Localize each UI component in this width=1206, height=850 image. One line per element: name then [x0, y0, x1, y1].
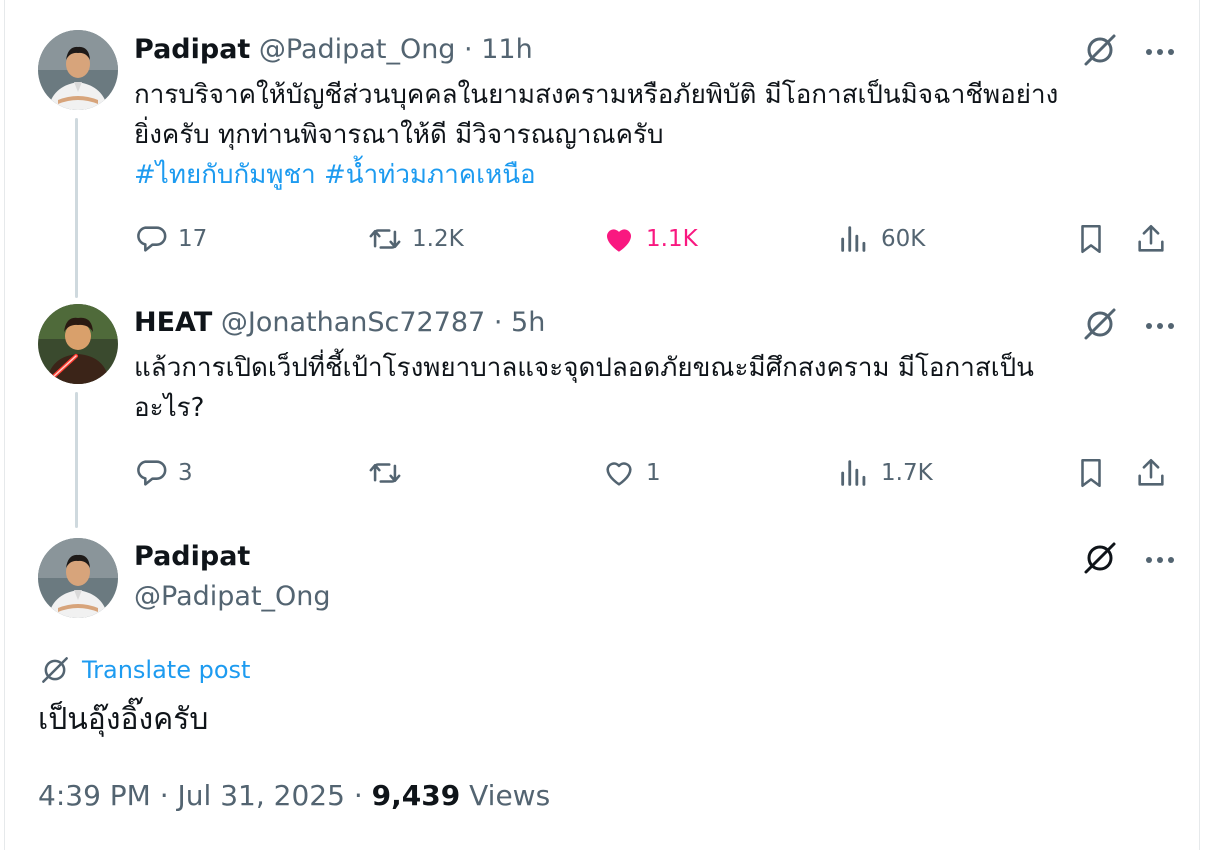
main-tweet-text: เป็นอุ๊งอิ๊งครับ [38, 702, 209, 737]
separator-dot: · [159, 779, 169, 812]
author-name[interactable]: Padipat [134, 541, 250, 572]
grok-icon[interactable] [1082, 540, 1118, 580]
reply-icon [137, 460, 167, 486]
reply-count: 3 [178, 460, 193, 486]
views-label: Views [469, 779, 551, 812]
main-author-handle[interactable]: @Padipat_Ong [134, 580, 331, 614]
views-count: 60K [881, 226, 926, 252]
repost-button[interactable] [368, 453, 412, 493]
tweet-text: แล้วการเปิดเว็ปที่ชี้เป้าโรงพยาบาลแจะจุด… [134, 348, 1034, 428]
post-metadata: 4:39 PM · Jul 31, 2025 · 9,439 Views [38, 778, 550, 814]
share-icon [1138, 458, 1164, 486]
hashtag-link[interactable]: #ไทยกับกัมพูชา [134, 160, 316, 190]
bookmark-icon [1081, 458, 1101, 488]
share-button[interactable] [1134, 453, 1168, 493]
separator-dot: · [353, 779, 363, 812]
author-name[interactable]: HEAT [134, 307, 212, 338]
post-date[interactable]: Jul 31, 2025 [178, 779, 345, 812]
bookmark-button[interactable] [1074, 453, 1108, 493]
heart-icon [606, 229, 632, 252]
tweet-text-line: ยิ่งครับ ทุกท่านพิจารณาให้ดี มีวิจารณญาณ… [134, 120, 664, 150]
grok-icon [42, 657, 68, 683]
hashtags: #ไทยกับกัมพูชา #น้ำท่วมภาคเหนือ [134, 155, 1058, 195]
heart-icon [606, 462, 632, 486]
avatar[interactable] [38, 538, 118, 618]
reply-icon [137, 226, 167, 252]
repost-icon [369, 229, 401, 249]
tweet-corner-actions [1082, 540, 1180, 580]
post-time[interactable]: 4:39 PM [38, 779, 151, 812]
views-count: 1.7K [881, 460, 933, 486]
tweet-text-line: แล้วการเปิดเว็ปที่ชี้เป้าโรงพยาบาลแจะจุด… [134, 353, 1034, 383]
hashtag-link[interactable]: #น้ำท่วมภาคเหนือ [324, 160, 536, 190]
reply-count: 17 [178, 226, 208, 252]
translate-post-link[interactable]: Translate post [40, 652, 250, 688]
tweet-text-line: การบริจาคให้บัญชีส่วนบุคคลในยามสงครามหรื… [134, 80, 1059, 110]
views-count: 9,439 [371, 779, 461, 812]
post-time[interactable]: 11h [481, 34, 532, 65]
avatar[interactable] [38, 304, 118, 384]
views-button[interactable]: 60K [837, 219, 925, 259]
separator-dot: · [493, 307, 503, 338]
thread-line [75, 118, 78, 298]
grok-icon[interactable] [1082, 306, 1118, 346]
like-count: 1.1K [646, 226, 698, 252]
avatar[interactable] [38, 30, 118, 110]
views-icon [841, 460, 866, 486]
views-button[interactable]: 1.7K [837, 453, 933, 493]
main-author-name[interactable]: Padipat [134, 540, 250, 574]
like-button[interactable]: 1.1K [602, 219, 698, 259]
tweet-action-bar: 3 1 1.7K [134, 453, 1174, 493]
tweet-header: Padipat @Padipat_Ong · 11h [134, 33, 533, 67]
more-icon[interactable] [1140, 308, 1180, 344]
tweet-action-bar: 17 1.2K 1.1K 60K [134, 219, 1174, 259]
tweet-text: การบริจาคให้บัญชีส่วนบุคคลในยามสงครามหรื… [134, 75, 1058, 195]
translate-label[interactable]: Translate post [82, 656, 250, 684]
like-count: 1 [646, 460, 661, 486]
thread-line [75, 392, 78, 528]
more-icon[interactable] [1140, 34, 1180, 70]
repost-button[interactable]: 1.2K [368, 219, 464, 259]
post-time[interactable]: 5h [511, 307, 545, 338]
share-button[interactable] [1134, 219, 1168, 259]
repost-count: 1.2K [412, 226, 464, 252]
views-icon [841, 226, 866, 252]
repost-icon [369, 463, 401, 483]
share-icon [1138, 224, 1164, 252]
like-button[interactable]: 1 [602, 453, 661, 493]
tweet-corner-actions [1082, 306, 1180, 346]
tweet-header: HEAT @JonathanSc72787 · 5h [134, 306, 545, 340]
reply-button[interactable]: 3 [134, 453, 193, 493]
author-handle[interactable]: @JonathanSc72787 [221, 307, 485, 338]
reply-button[interactable]: 17 [134, 219, 207, 259]
tweet-text-line: อะไร? [134, 393, 205, 423]
bookmark-button[interactable] [1074, 219, 1108, 259]
author-handle[interactable]: @Padipat_Ong [259, 34, 456, 65]
more-icon[interactable] [1140, 542, 1180, 578]
author-name[interactable]: Padipat [134, 34, 250, 65]
separator-dot: · [464, 34, 473, 65]
tweet-corner-actions [1082, 32, 1180, 72]
grok-icon[interactable] [1082, 32, 1118, 72]
bookmark-icon [1081, 224, 1101, 254]
